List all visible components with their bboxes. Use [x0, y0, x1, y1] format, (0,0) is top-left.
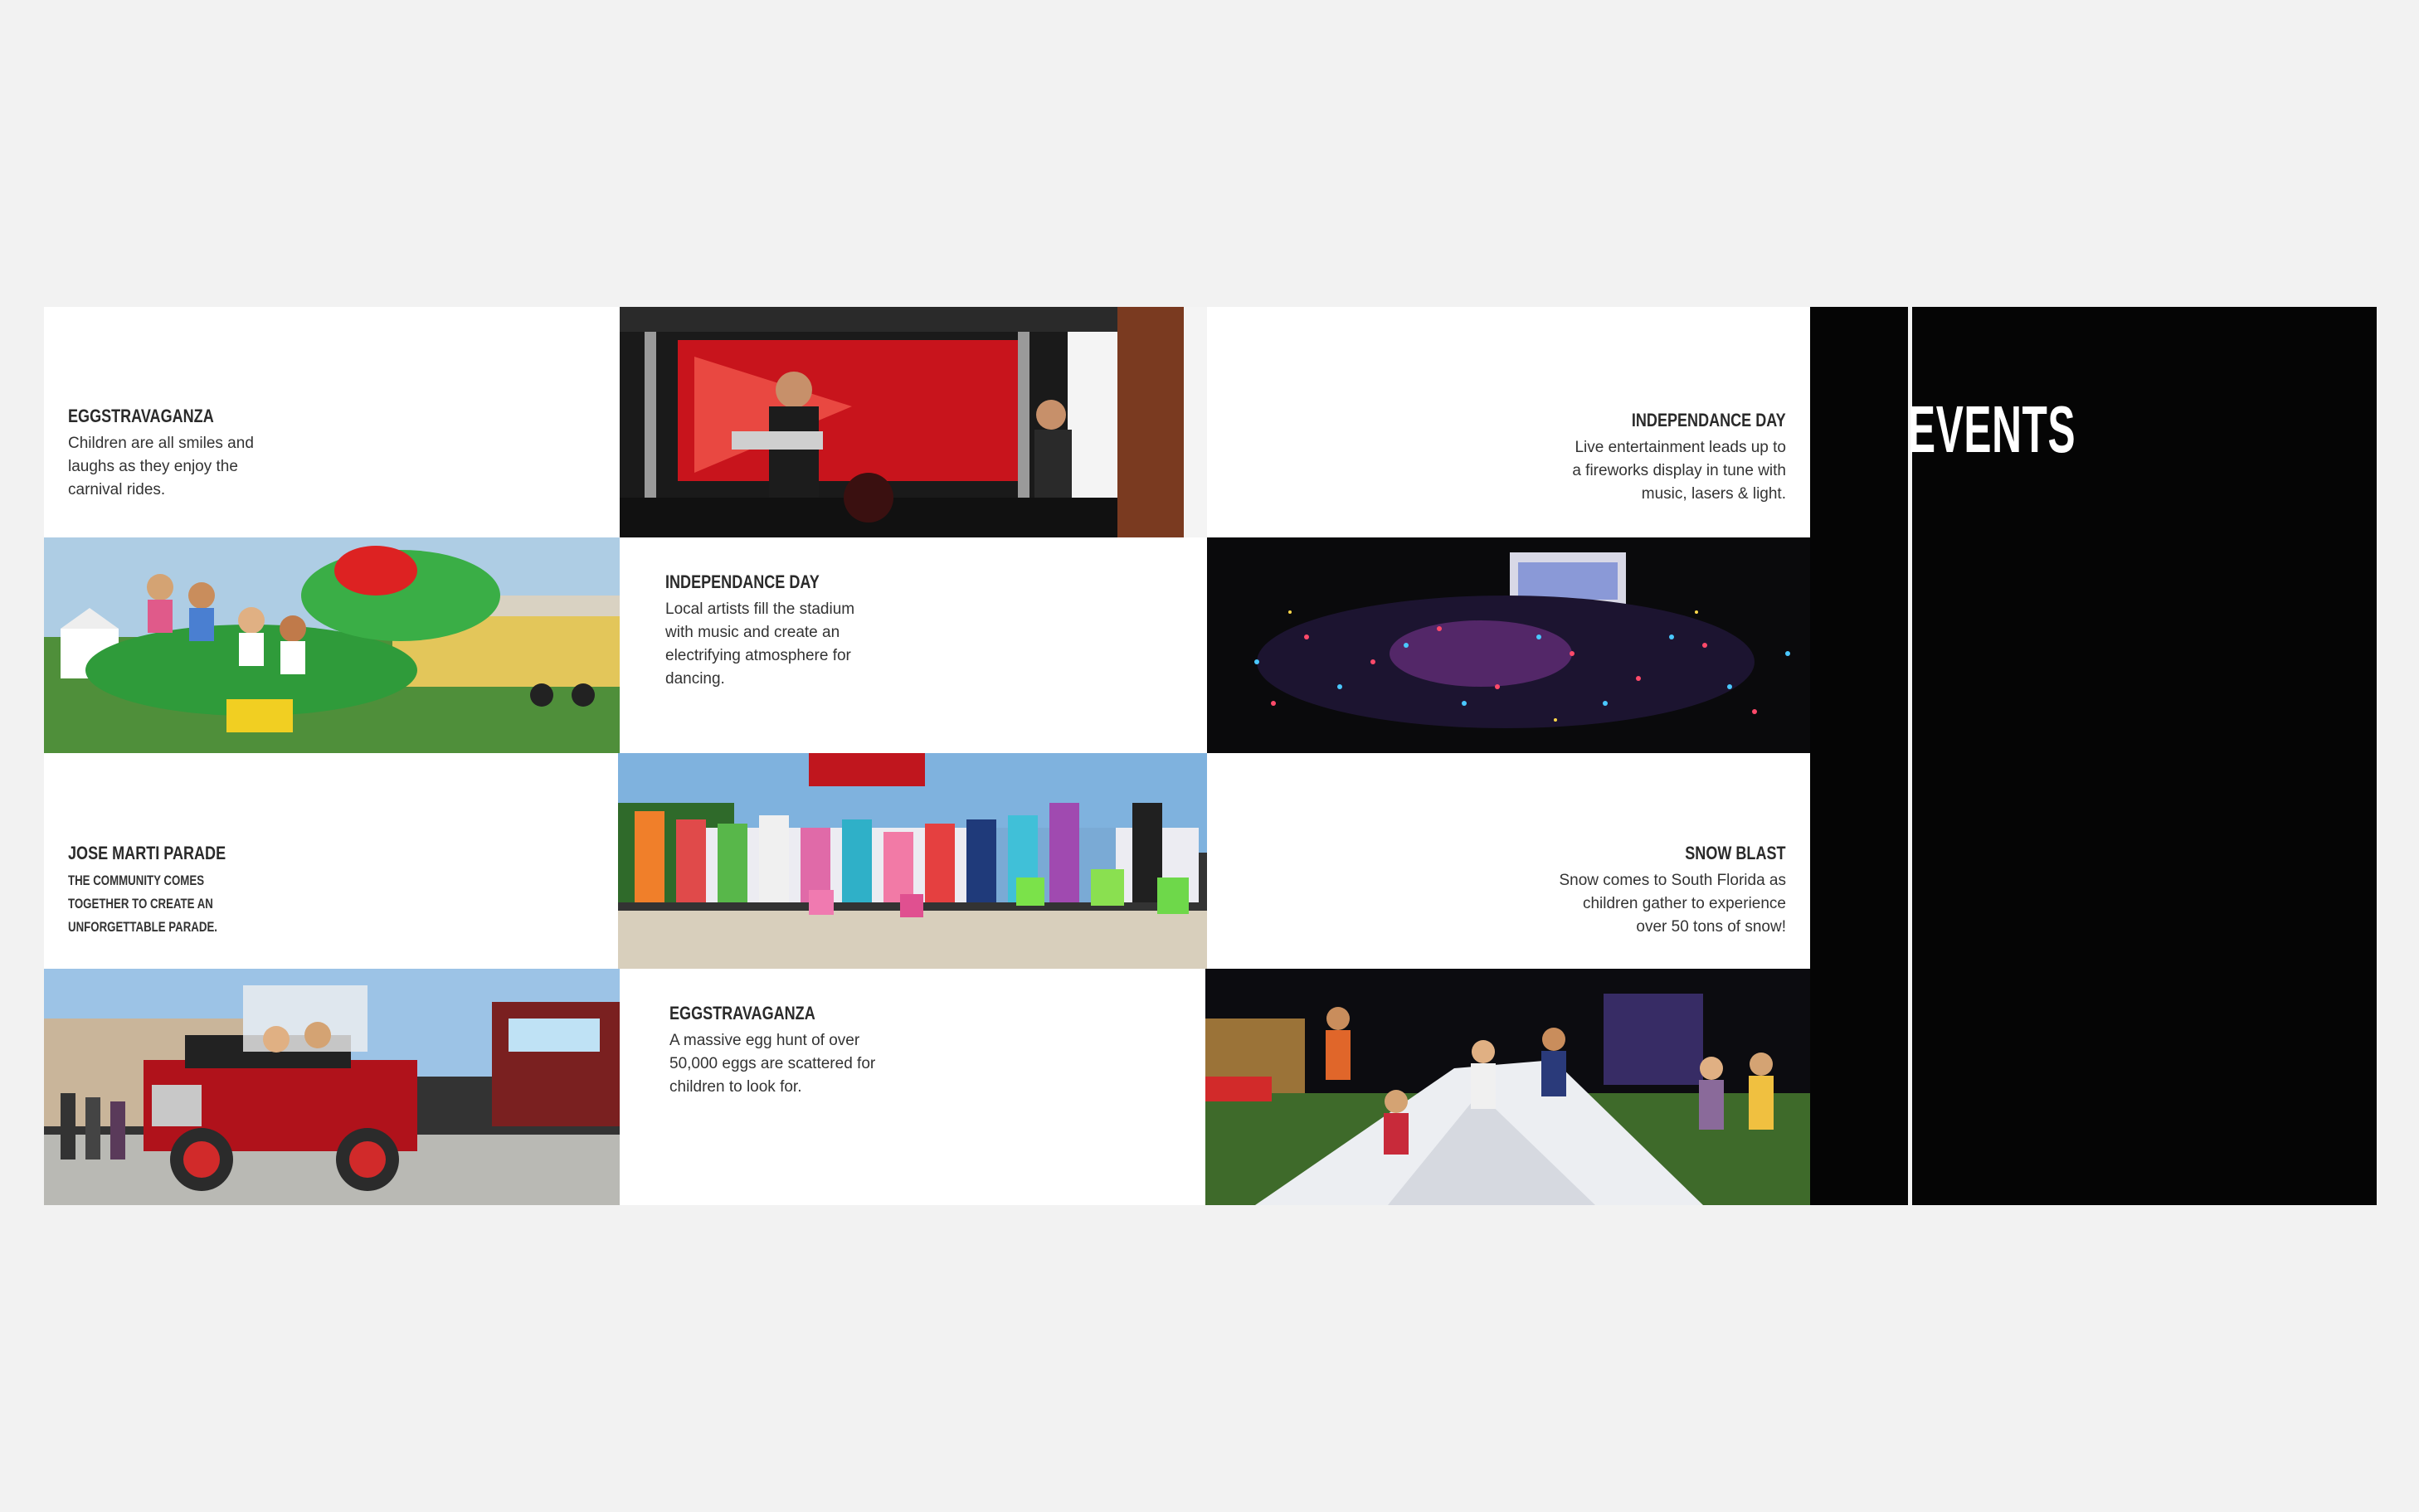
caption-body: A massive egg hunt of over 50,000 eggs a…: [669, 1032, 876, 1096]
caption-card-independance-fireworks: INDEPENDANCE DAY Live entertainment lead…: [1207, 307, 1810, 537]
caption-title: SNOW BLAST: [1685, 843, 1786, 863]
photo-concert-stage: [620, 307, 1207, 537]
caption-title: INDEPENDANCE DAY: [1632, 410, 1786, 430]
caption-body: Children are all smiles and laughs as th…: [68, 435, 254, 498]
caption-card-independance-stadium: INDEPENDANCE DAY Local artists fill the …: [620, 537, 1207, 753]
caption-title: JOSE MARTI PARADE: [68, 843, 226, 863]
caption-card-eggstravaganza-rides: EGGSTRAVAGANZA Children are all smiles a…: [44, 307, 620, 537]
photo-egg-hunt-kids: [618, 753, 1207, 969]
caption-body: Local artists fill the stadium with musi…: [665, 600, 855, 688]
caption-body: Live entertainment leads up to a firewor…: [1572, 439, 1786, 503]
caption-title: INDEPENDANCE DAY: [665, 571, 820, 592]
photo-snow-hill: [1205, 969, 1810, 1205]
caption-title: EGGSTRAVAGANZA: [68, 406, 214, 426]
photo-fire-truck: [44, 969, 620, 1205]
caption-card-jose-marti-parade: JOSE MARTI PARADE THE COMMUNITY COMES TO…: [44, 753, 620, 969]
photo-gator-ride: [44, 537, 620, 753]
caption-card-snow-blast: SNOW BLAST Snow comes to South Florida a…: [1207, 753, 1810, 969]
photo-night-crowd: [1207, 537, 1810, 753]
caption-body: THE COMMUNITY COMES TOGETHER TO CREATE A…: [68, 873, 217, 935]
caption-card-eggstravaganza-hunt: EGGSTRAVAGANZA A massive egg hunt of ove…: [620, 969, 1207, 1205]
caption-title: EGGSTRAVAGANZA: [669, 1003, 815, 1023]
events-spread: EGGSTRAVAGANZA Children are all smiles a…: [44, 307, 2377, 1205]
section-title: EVENTS: [1908, 392, 2076, 466]
caption-body: Snow comes to South Florida as children …: [1559, 872, 1786, 936]
events-title-panel: [1810, 307, 2377, 1205]
